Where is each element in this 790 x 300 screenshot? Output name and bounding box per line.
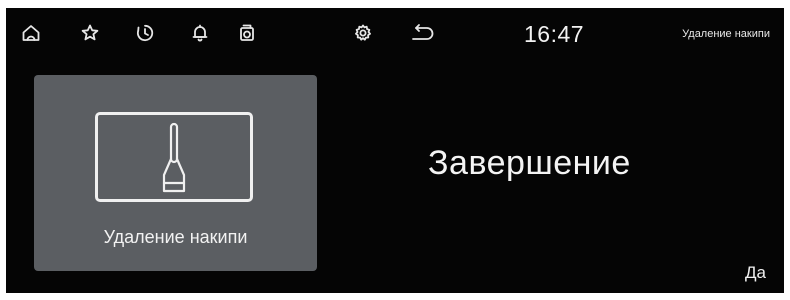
status-bar: 16:47 Удаление накипи [6,8,784,64]
home-icon[interactable] [20,22,42,44]
descaling-brush-icon [95,112,253,202]
back-arrow-icon[interactable] [408,22,438,44]
descaling-program-tile[interactable]: Удаление накипи [34,75,317,271]
tile-label: Удаление накипи [103,227,248,247]
favorites-star-icon[interactable] [79,22,101,44]
status-message: Завершение [428,144,631,182]
settings-gear-icon[interactable] [352,22,374,44]
appliance-icon[interactable] [236,22,258,44]
program-title: Удаление накипи [682,28,770,40]
notification-bell-icon[interactable] [189,22,211,44]
display-screen: 16:47 Удаление накипи Удаление накипи За… [6,8,784,293]
clock: 16:47 [524,21,585,47]
timer-icon[interactable] [134,22,156,44]
confirm-button[interactable]: Да [745,263,766,283]
